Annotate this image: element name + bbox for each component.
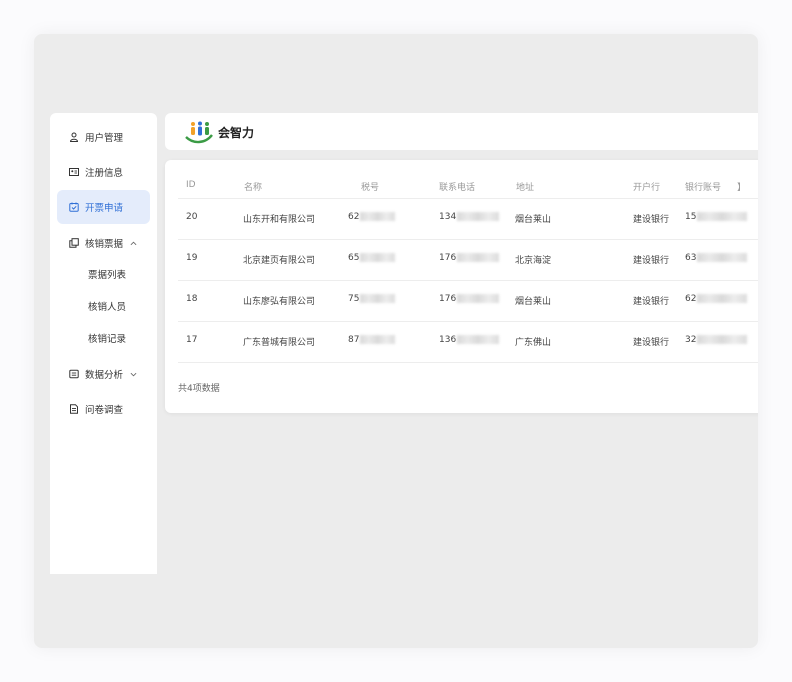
copy-icon (69, 238, 79, 248)
cell-address: 北京海淀 (515, 256, 552, 266)
cell-id: 20 (186, 212, 198, 222)
redacted-blur (457, 212, 500, 221)
sidebar-item-survey[interactable]: 问卷调查 (57, 392, 150, 426)
cell-phone: 176 (439, 294, 500, 304)
redacted-blur (360, 212, 396, 221)
sidebar-item-label: 注册信息 (85, 168, 124, 179)
redacted-blur (360, 294, 396, 303)
cell-address: 烟台莱山 (515, 297, 552, 307)
cell-address: 烟台莱山 (515, 215, 552, 225)
cell-account: 15 (685, 212, 748, 222)
sidebar-subitem-writeoff-staff[interactable]: 核销人员 (88, 298, 126, 318)
invoice-icon (69, 202, 79, 212)
column-header-phone[interactable]: 联系电话 (439, 180, 475, 193)
cell-name: 山东廖弘有限公司 (243, 297, 316, 307)
cell-address: 广东佛山 (515, 338, 552, 348)
id-card-icon (69, 168, 79, 176)
brand-logo[interactable]: 会智力 (185, 120, 257, 144)
column-header-truncated[interactable]: 】 (737, 180, 746, 193)
cell-name: 北京建页有限公司 (243, 256, 316, 266)
sidebar-item-label: 用户管理 (85, 133, 124, 144)
app-window: 用户管理 注册信息 开票申请 核销票据 票据列表 核销人员 核销记录 数据分析 … (34, 34, 758, 648)
cell-bank: 建设银行 (633, 215, 670, 225)
redacted-blur (457, 335, 500, 344)
divider (178, 362, 758, 363)
redacted-blur (457, 253, 500, 262)
chart-box-icon (69, 369, 79, 379)
sidebar-item-label: 问卷调查 (85, 405, 124, 416)
cell-phone: 134 (439, 212, 500, 222)
cell-account: 62 (685, 294, 748, 304)
divider (178, 321, 758, 322)
cell-tax-id: 65 (348, 253, 396, 263)
cell-phone: 136 (439, 335, 500, 345)
redacted-blur (697, 335, 748, 344)
divider (178, 280, 758, 281)
divider (178, 239, 758, 240)
sidebar: 用户管理 注册信息 开票申请 核销票据 票据列表 核销人员 核销记录 数据分析 … (50, 113, 157, 574)
redacted-blur (697, 212, 748, 221)
cell-name: 广东普城有限公司 (243, 338, 316, 348)
sidebar-item-label: 核销票据 (85, 239, 124, 250)
redacted-blur (697, 253, 748, 262)
cell-bank: 建设银行 (633, 256, 670, 266)
top-header: 会智力 (165, 113, 758, 150)
redacted-blur (457, 294, 500, 303)
column-header-address[interactable]: 地址 (516, 180, 534, 193)
cell-phone: 176 (439, 253, 500, 263)
chevron-down-icon[interactable] (130, 371, 137, 378)
document-icon (70, 404, 78, 414)
cell-bank: 建设银行 (633, 297, 670, 307)
sidebar-subitem-receipt-list[interactable]: 票据列表 (88, 266, 126, 286)
chevron-up-icon[interactable] (130, 240, 137, 247)
cell-name: 山东开和有限公司 (243, 215, 316, 225)
column-header-id[interactable]: ID (186, 180, 196, 190)
sidebar-item-invoice-apply[interactable]: 开票申请 (57, 190, 150, 224)
sidebar-item-users[interactable]: 用户管理 (57, 120, 150, 154)
redacted-blur (360, 253, 396, 262)
cell-account: 32 (685, 335, 748, 345)
cell-account: 63 (685, 253, 748, 263)
redacted-blur (360, 335, 396, 344)
sidebar-item-data-analysis[interactable]: 数据分析 (57, 357, 150, 391)
sidebar-item-writeoff-receipts[interactable]: 核销票据 (57, 226, 150, 260)
column-header-tax-id[interactable]: 税号 (361, 180, 379, 193)
column-header-bank[interactable]: 开户行 (633, 180, 660, 193)
sidebar-item-registration[interactable]: 注册信息 (57, 155, 150, 189)
cell-tax-id: 87 (348, 335, 396, 345)
redacted-blur (697, 294, 748, 303)
cell-id: 19 (186, 253, 198, 263)
sidebar-item-label: 数据分析 (85, 370, 124, 381)
logo-text: 会智力 (218, 125, 254, 140)
cell-id: 18 (186, 294, 198, 304)
user-icon (69, 132, 79, 142)
cell-id: 17 (186, 335, 198, 345)
column-header-account[interactable]: 银行账号 (685, 180, 721, 193)
sidebar-subitem-writeoff-records[interactable]: 核销记录 (88, 330, 126, 350)
column-header-name[interactable]: 名称 (244, 180, 262, 193)
cell-tax-id: 62 (348, 212, 396, 222)
invoice-table-card: ID 名称 税号 联系电话 地址 开户行 银行账号 】 20 山东开和有限公司 … (165, 160, 758, 413)
cell-bank: 建设银行 (633, 338, 670, 348)
total-count: 共4项数据 (178, 384, 220, 394)
sidebar-item-label: 开票申请 (85, 203, 124, 214)
cell-tax-id: 75 (348, 294, 396, 304)
divider (178, 198, 758, 199)
